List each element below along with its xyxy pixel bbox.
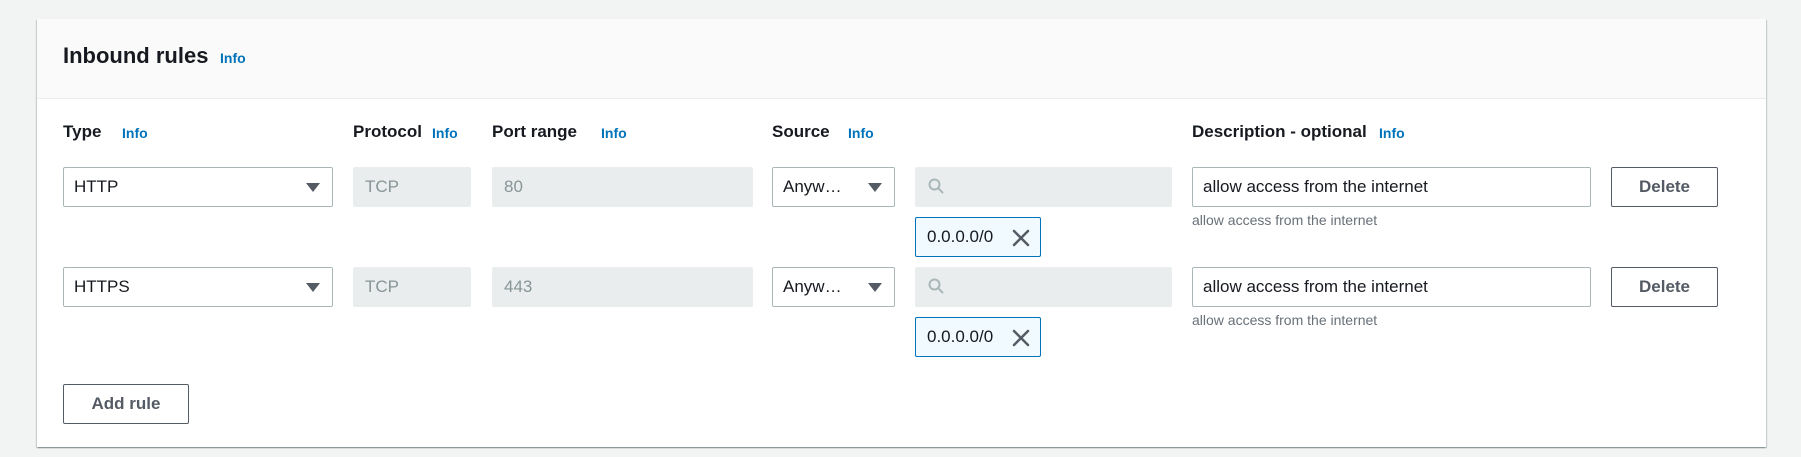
caret-down-icon (306, 183, 320, 192)
protocol-field: TCP (353, 167, 471, 207)
type-select[interactable]: HTTP (63, 167, 333, 207)
title-info-link[interactable]: Info (220, 50, 246, 66)
panel-title: Inbound rules (63, 43, 209, 68)
column-label-source: Source (772, 122, 830, 141)
column-label-type: Type (63, 122, 102, 141)
description-info-link[interactable]: Info (1379, 125, 1405, 141)
type-info-link[interactable]: Info (122, 125, 148, 141)
close-icon[interactable] (1012, 329, 1030, 347)
cidr-search-input[interactable] (915, 267, 1172, 307)
search-icon (928, 178, 944, 194)
port-range-info-link[interactable]: Info (601, 125, 627, 141)
cidr-token-label: 0.0.0.0/0 (927, 227, 994, 246)
column-label-protocol: Protocol (353, 122, 422, 141)
source-select-value: Anyw… (783, 277, 842, 296)
type-select[interactable]: HTTPS (63, 267, 333, 307)
cidr-search-input[interactable] (915, 167, 1172, 207)
caret-down-icon (868, 183, 882, 192)
port-range-field: 80 (492, 167, 753, 207)
cidr-token-label: 0.0.0.0/0 (927, 327, 994, 346)
delete-button[interactable]: Delete (1611, 167, 1718, 207)
close-icon[interactable] (1012, 229, 1030, 247)
add-rule-button[interactable]: Add rule (63, 384, 189, 424)
description-input[interactable]: allow access from the internet (1192, 267, 1591, 307)
caret-down-icon (868, 283, 882, 292)
panel-header: Inbound rules Info (37, 19, 1766, 99)
column-label-description: Description - optional (1192, 122, 1367, 141)
protocol-info-link[interactable]: Info (432, 125, 458, 141)
description-hint: allow access from the internet (1192, 212, 1378, 228)
column-label-port-range: Port range (492, 122, 578, 141)
cidr-token: 0.0.0.0/0 (915, 217, 1041, 257)
source-select-value: Anyw… (783, 177, 842, 196)
source-select[interactable]: Anyw… (772, 167, 895, 207)
description-input[interactable]: allow access from the internet (1192, 167, 1591, 207)
protocol-field: TCP (353, 267, 471, 307)
source-select[interactable]: Anyw… (772, 267, 895, 307)
inbound-rules-panel: Inbound rules Info Type Info Protocol In… (37, 19, 1766, 447)
type-select-value: HTTPS (74, 277, 130, 296)
cidr-token: 0.0.0.0/0 (915, 317, 1041, 357)
source-info-link[interactable]: Info (848, 125, 874, 141)
search-icon (928, 278, 944, 294)
delete-button[interactable]: Delete (1611, 267, 1718, 307)
description-hint: allow access from the internet (1192, 312, 1378, 328)
port-range-field: 443 (492, 267, 753, 307)
type-select-value: HTTP (74, 177, 119, 196)
caret-down-icon (306, 283, 320, 292)
